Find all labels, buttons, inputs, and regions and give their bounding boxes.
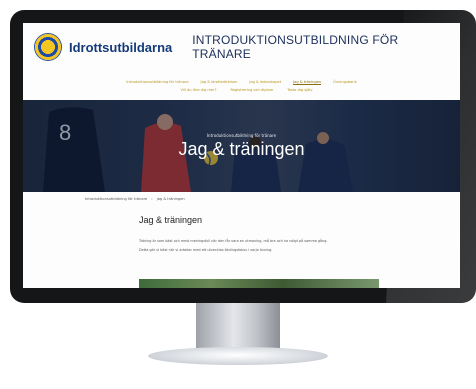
hero-kicker: Introduktionsutbildning för tränare [206, 133, 277, 138]
content-photo [139, 279, 379, 288]
intro-line-1: Träning är som bäst och mest meningsfull… [139, 239, 328, 243]
brand-name[interactable]: Idrottsutbildarna [69, 40, 172, 55]
page-title: Jag & träningen [139, 215, 203, 225]
hero-banner: 8 Introduktionsutbildning för tränare Ja… [23, 100, 460, 192]
nav-item-registrering[interactable]: Registrering och diplom [230, 88, 273, 92]
main-nav-row-1: Introduktionsutbildning för tränare Jag … [23, 80, 460, 85]
nav-item-ledarskapet[interactable]: Jag & ledarskapet [249, 80, 281, 85]
rf-logo-icon[interactable] [35, 34, 61, 60]
nav-item-idrottsrorelsen[interactable]: Jag & idrottsrörelsen [201, 80, 238, 85]
nav-item-traningen[interactable]: Jag & träningen [293, 80, 322, 85]
monitor-stand-base [148, 347, 328, 365]
nav-item-lara-mer[interactable]: Vill du lära dig mer? [180, 88, 216, 92]
intro-line-2: Detta gör vi bäst när vi arbetar med ett… [139, 248, 273, 252]
hero-title: Jag & träningen [178, 139, 305, 159]
breadcrumb-current: Jag & träningen [156, 197, 185, 201]
nav-item-introduktion[interactable]: Introduktionsutbildning för tränare [126, 80, 188, 85]
intro-text: Träning är som bäst och mest meningsfull… [139, 237, 389, 255]
site-title: INTRODUKTIONSUTBILDNING FÖR TRÄNARE [192, 33, 399, 61]
monitor-stand-neck [196, 303, 280, 349]
nav-item-ovningsbank[interactable]: Övningsbank [333, 80, 357, 85]
nav-item-testa-dig[interactable]: Testa dig själv [287, 88, 312, 92]
main-nav-row-2: Vill du lära dig mer? Registrering och d… [33, 88, 460, 92]
browser-viewport: Idrottsutbildarna INTRODUKTIONSUTBILDNIN… [23, 23, 460, 288]
breadcrumb-separator: › [151, 197, 153, 201]
site-header: Idrottsutbildarna INTRODUKTIONSUTBILDNIN… [35, 33, 460, 61]
breadcrumb-link-home[interactable]: Introduktionsutbildning för tränare [85, 197, 147, 201]
breadcrumb: Introduktionsutbildning för tränare › Ja… [85, 197, 185, 201]
